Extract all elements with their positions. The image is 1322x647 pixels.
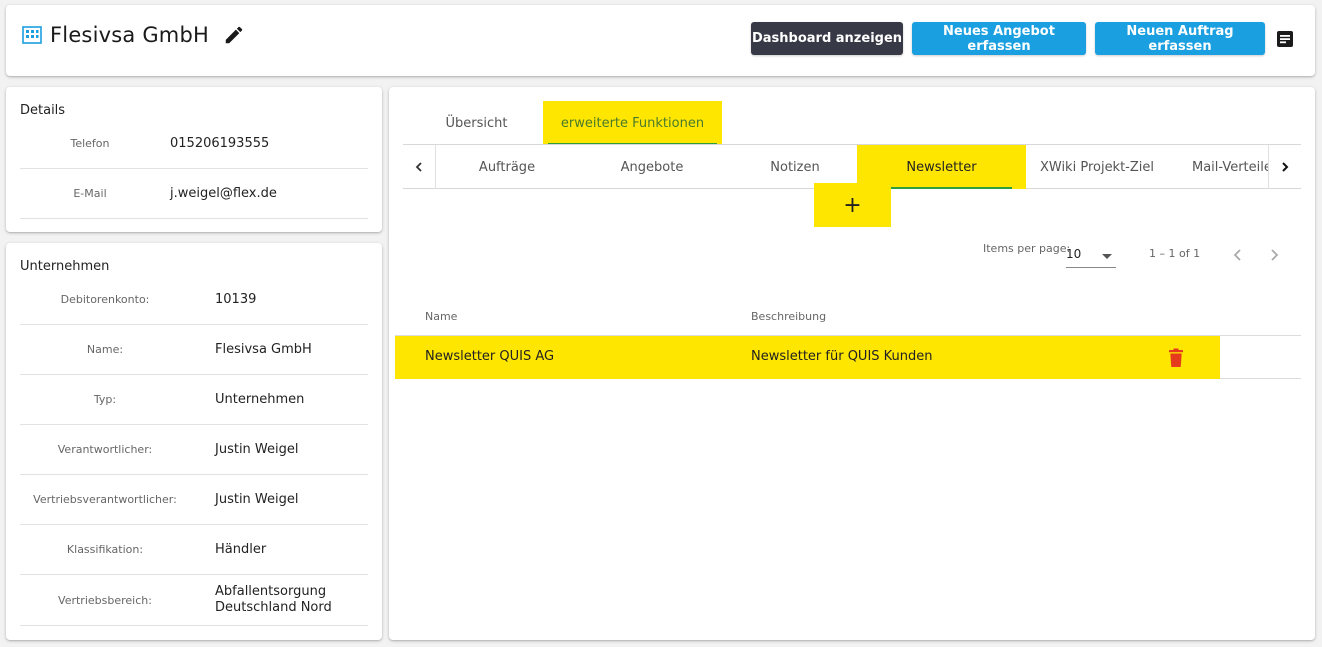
row-name-cell: Newsletter QUIS AG	[425, 349, 555, 364]
chevron-right-icon[interactable]	[1268, 145, 1301, 189]
phone-value: 015206193555	[170, 135, 270, 151]
company-row-responsible: Verantwortlicher: Justin Weigel	[20, 425, 368, 475]
table-header: Name Beschreibung	[395, 296, 1301, 336]
responsible-label: Verantwortlicher:	[57, 443, 153, 456]
title-wrap: Flesivsa GmbH	[22, 23, 245, 47]
sales-responsible-label: Vertriebsverantwortlicher:	[33, 493, 177, 506]
previous-page-icon[interactable]	[1231, 247, 1245, 266]
tab-xwiki-project-goal[interactable]: XWiki Projekt-Ziel	[1026, 145, 1168, 189]
row-description-cell: Newsletter für QUIS Kunden	[751, 349, 933, 364]
paginator-range: 1 – 1 of 1	[1149, 247, 1201, 260]
sales-area-value: Abfallentsorgung Deutschland Nord	[215, 584, 332, 616]
page-header: Flesivsa GmbH Dashboard anzeigen Neues A…	[6, 5, 1315, 76]
debitor-value: 10139	[215, 291, 257, 307]
new-order-button[interactable]: Neuen Auftrag erfassen	[1095, 22, 1265, 55]
pencil-icon[interactable]	[223, 24, 245, 46]
tab-offers[interactable]: Angebote	[581, 145, 723, 189]
dropdown-arrow-icon	[1102, 246, 1112, 265]
company-card: Unternehmen Debitorenkonto: 10139 Name: …	[6, 243, 382, 640]
dashboard-button[interactable]: Dashboard anzeigen	[751, 22, 903, 55]
company-row-classification: Klassifikation: Händler	[20, 525, 368, 575]
table-row[interactable]: Newsletter QUIS AG Newsletter für QUIS K…	[395, 336, 1301, 379]
company-row-sales-area: Vertriebsbereich: Abfallentsorgung Deuts…	[20, 575, 368, 626]
company-row-sales-responsible: Vertriebsverantwortlicher: Justin Weigel	[20, 475, 368, 525]
email-label: E-Mail	[73, 187, 107, 200]
items-per-page-value: 10	[1066, 247, 1082, 261]
classification-value: Händler	[215, 541, 267, 557]
add-newsletter-button[interactable]: +	[814, 183, 891, 227]
main-card: Übersicht erweiterte Funktionen Aufträge…	[389, 87, 1315, 640]
debitor-label: Debitorenkonto:	[60, 293, 150, 306]
phone-label: Telefon	[70, 137, 110, 150]
company-row-type: Typ: Unternehmen	[20, 375, 368, 425]
name-label: Name:	[86, 343, 124, 356]
chevron-left-icon[interactable]	[403, 145, 436, 189]
trash-icon[interactable]	[1167, 348, 1185, 368]
column-header-description: Beschreibung	[751, 310, 827, 323]
email-value: j.weigel@flex.de	[170, 185, 277, 201]
details-card: Details Telefon 015206193555 E-Mail j.we…	[6, 87, 382, 232]
responsible-value: Justin Weigel	[215, 441, 299, 457]
detail-row-email: E-Mail j.weigel@flex.de	[20, 169, 368, 219]
details-title: Details	[20, 103, 66, 118]
tab-newsletter-label: Newsletter	[906, 159, 977, 175]
sales-area-label: Vertriebsbereich:	[58, 593, 152, 607]
tab-overview[interactable]: Übersicht	[429, 101, 524, 145]
company-row-name: Name: Flesivsa GmbH	[20, 325, 368, 375]
name-value: Flesivsa GmbH	[215, 341, 312, 357]
sales-area-value-line1: Abfallentsorgung	[215, 584, 327, 599]
tab-mail-distribution[interactable]: Mail-Verteiler	[1173, 145, 1268, 189]
type-value: Unternehmen	[215, 391, 305, 407]
building-icon	[22, 25, 42, 45]
next-page-icon[interactable]	[1267, 247, 1281, 266]
company-row-debitor: Debitorenkonto: 10139	[20, 275, 368, 325]
company-title: Unternehmen	[20, 259, 110, 274]
tab-extended-functions-label: erweiterte Funktionen	[560, 115, 705, 131]
items-per-page-label: Items per page:	[983, 242, 1071, 255]
items-per-page-select[interactable]: 10	[1066, 238, 1116, 268]
column-header-name: Name	[425, 310, 458, 323]
sales-area-value-line2: Deutschland Nord	[215, 600, 332, 615]
tab-orders[interactable]: Aufträge	[436, 145, 578, 189]
classification-label: Klassifikation:	[66, 543, 144, 556]
type-label: Typ:	[93, 393, 117, 406]
detail-row-phone: Telefon 015206193555	[20, 119, 368, 169]
new-offer-button[interactable]: Neues Angebot erfassen	[912, 22, 1086, 55]
document-list-icon[interactable]	[1275, 29, 1295, 49]
tab-extended-functions[interactable]: erweiterte Funktionen	[543, 101, 722, 145]
sales-responsible-value: Justin Weigel	[215, 491, 299, 507]
page-title: Flesivsa GmbH	[50, 23, 209, 47]
